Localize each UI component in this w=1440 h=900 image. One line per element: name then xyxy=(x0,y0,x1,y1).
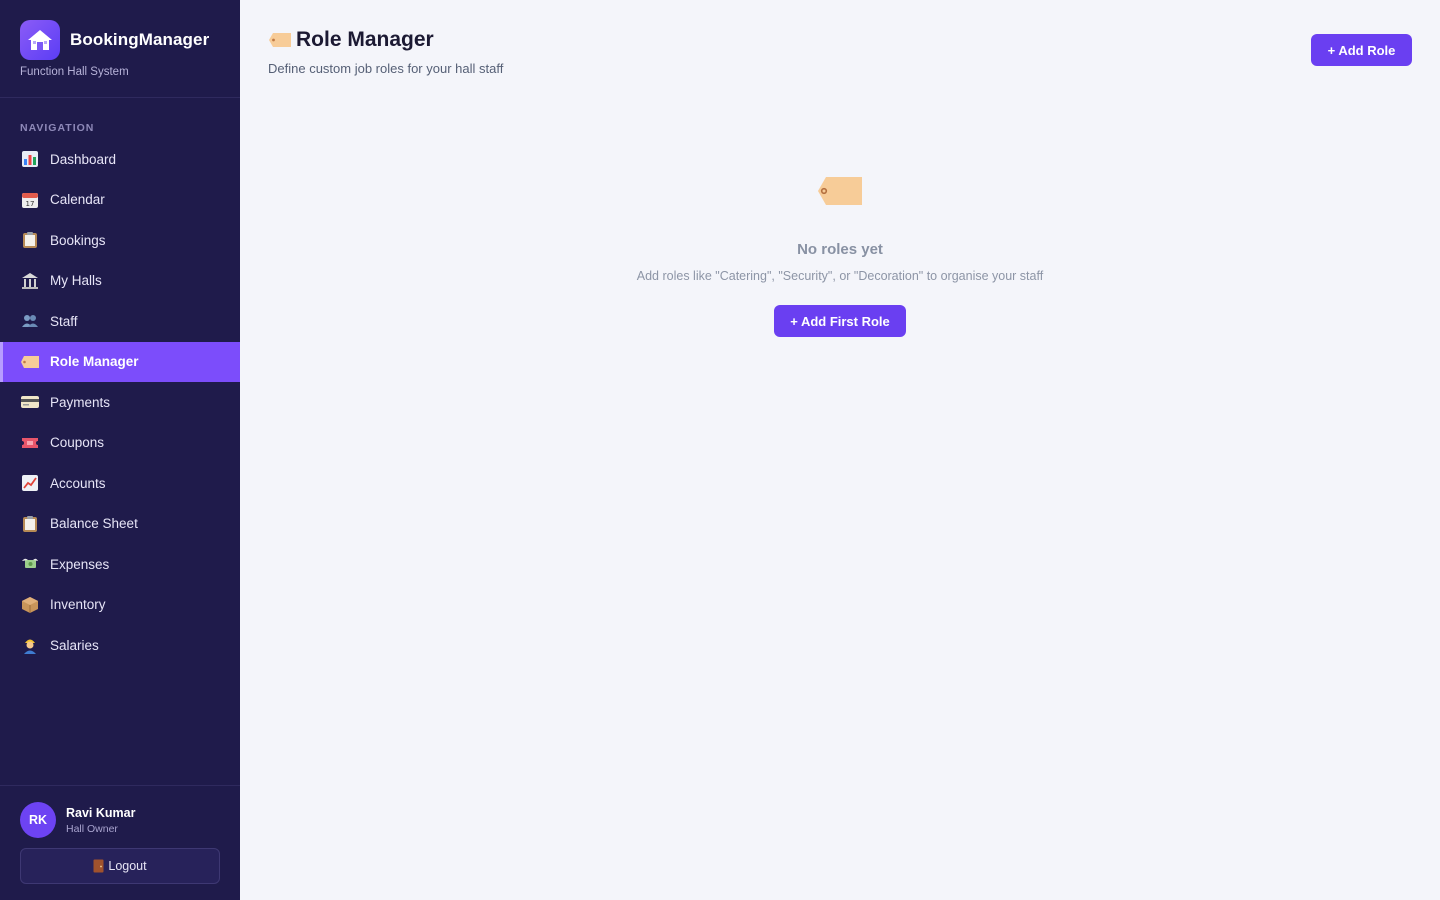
flying-money-icon xyxy=(20,554,40,574)
sidebar-item-role-manager[interactable]: Role Manager xyxy=(0,341,240,382)
sidebar-item-calendar[interactable]: 17 Calendar xyxy=(0,180,240,221)
page-header: Role Manager Define custom job roles for… xyxy=(268,28,503,76)
main-content: Role Manager Define custom job roles for… xyxy=(240,0,1440,900)
add-first-role-button[interactable]: + Add First Role xyxy=(774,305,906,337)
nav-section-title: NAVIGATION xyxy=(20,122,95,134)
sidebar-item-label: Balance Sheet xyxy=(50,516,138,532)
tag-icon xyxy=(268,32,292,48)
sidebar-item-bookings[interactable]: Bookings xyxy=(0,220,240,261)
add-role-button[interactable]: + Add Role xyxy=(1311,34,1412,66)
empty-state-description: Add roles like "Catering", "Security", o… xyxy=(636,269,1044,283)
worker-icon xyxy=(20,635,40,655)
sidebar-item-label: Role Manager xyxy=(50,354,139,370)
app-name: BookingManager xyxy=(70,30,210,49)
trend-chart-icon xyxy=(20,473,40,493)
sidebar-item-dashboard[interactable]: Dashboard xyxy=(0,139,240,180)
sidebar-item-label: Salaries xyxy=(50,637,99,653)
sidebar-item-coupons[interactable]: Coupons xyxy=(0,423,240,464)
sidebar-item-payments[interactable]: Payments xyxy=(0,382,240,423)
sidebar-item-label: Calendar xyxy=(50,192,105,208)
calendar-icon: 17 xyxy=(20,190,40,210)
sidebar-item-label: Dashboard xyxy=(50,151,117,167)
page-subtitle: Define custom job roles for your hall st… xyxy=(268,61,504,76)
sidebar-item-salaries[interactable]: Salaries xyxy=(0,625,240,666)
classical-building-icon xyxy=(20,271,40,291)
sidebar-item-balance-sheet[interactable]: Balance Sheet xyxy=(0,504,240,545)
bar-chart-icon xyxy=(20,149,40,169)
empty-state-title: No roles yet xyxy=(797,241,883,258)
logout-label: Logout xyxy=(108,859,147,873)
sidebar-item-label: Coupons xyxy=(50,435,105,451)
sidebar-item-label: Bookings xyxy=(50,232,106,248)
credit-card-icon xyxy=(20,392,40,412)
sidebar-item-staff[interactable]: Staff xyxy=(0,301,240,342)
sidebar-item-label: Staff xyxy=(50,313,78,329)
sidebar-item-inventory[interactable]: Inventory xyxy=(0,585,240,626)
sidebar-footer: RK Ravi Kumar Hall Owner Logout xyxy=(0,785,240,900)
ticket-icon xyxy=(20,433,40,453)
tag-icon xyxy=(817,176,863,211)
clipboard-icon xyxy=(20,514,40,534)
avatar: RK xyxy=(20,802,56,838)
package-icon xyxy=(20,595,40,615)
sidebar-item-my-halls[interactable]: My Halls xyxy=(0,261,240,302)
sidebar-nav: Dashboard 17 Calendar Bookings My Halls … xyxy=(0,139,240,666)
people-icon xyxy=(20,311,40,331)
tag-icon xyxy=(20,352,40,372)
clipboard-icon xyxy=(20,230,40,250)
sidebar-item-accounts[interactable]: Accounts xyxy=(0,463,240,504)
sidebar-item-label: My Halls xyxy=(50,273,102,289)
sidebar-item-label: Expenses xyxy=(50,556,110,572)
brand: BookingManager Function Hall System xyxy=(0,0,240,98)
house-logo-icon xyxy=(20,20,60,60)
sidebar-item-expenses[interactable]: Expenses xyxy=(0,544,240,585)
sidebar-item-label: Inventory xyxy=(50,597,106,613)
user-name: Ravi Kumar xyxy=(66,805,136,820)
door-icon xyxy=(93,859,104,873)
user-role: Hall Owner xyxy=(66,822,118,835)
user-profile: RK Ravi Kumar Hall Owner xyxy=(20,802,135,838)
logout-button[interactable]: Logout xyxy=(20,848,220,884)
empty-state: No roles yet Add roles like "Catering", … xyxy=(240,176,1440,337)
app-subtitle: Function Hall System xyxy=(20,66,129,78)
sidebar: BookingManager Function Hall System NAVI… xyxy=(0,0,240,900)
svg-text:17: 17 xyxy=(26,200,35,208)
sidebar-item-label: Payments xyxy=(50,394,111,410)
sidebar-item-label: Accounts xyxy=(50,475,106,491)
page-title: Role Manager xyxy=(296,28,434,51)
